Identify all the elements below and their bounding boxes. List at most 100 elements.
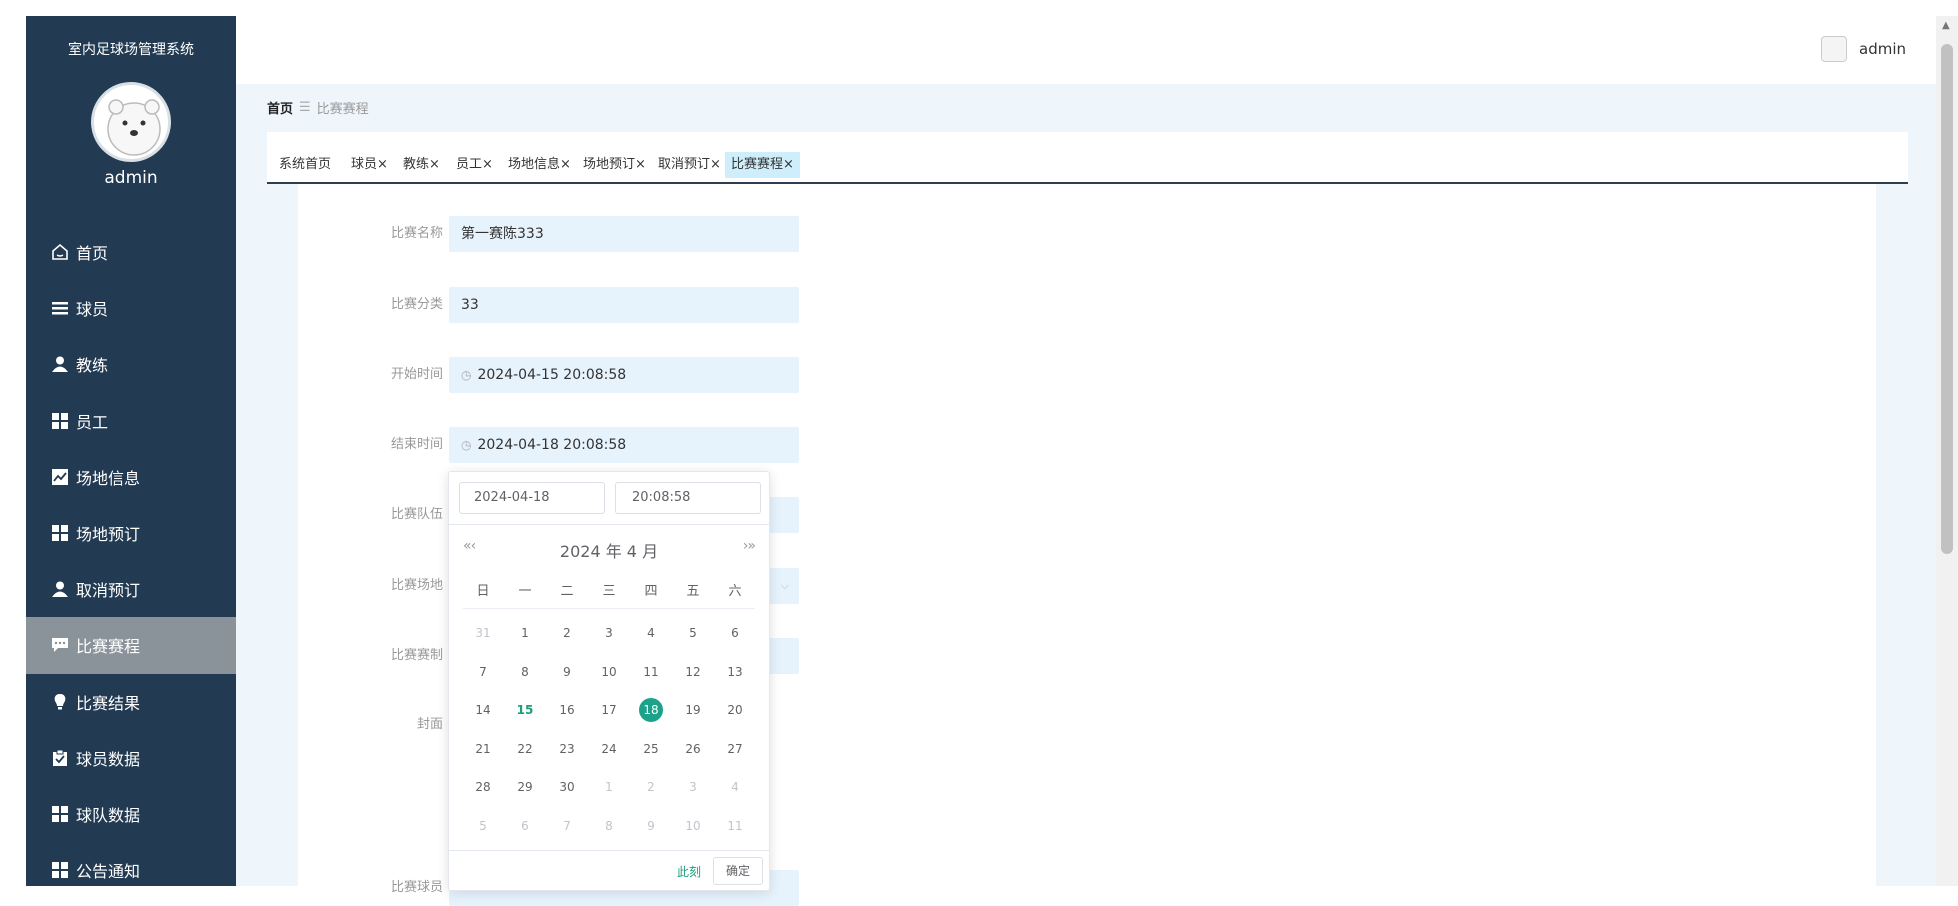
input-end-time[interactable]: ◷ 2024-04-18 20:08:58 xyxy=(449,427,799,463)
calendar-day[interactable]: 9 xyxy=(631,811,671,841)
calendar-day[interactable]: 19 xyxy=(673,695,713,725)
sidebar-item-9[interactable]: 球员数据 xyxy=(26,730,236,786)
calendar-day[interactable]: 10 xyxy=(673,811,713,841)
calendar-day[interactable]: 14 xyxy=(463,695,503,725)
calendar-day[interactable]: 4 xyxy=(631,618,671,648)
sidebar-username: admin xyxy=(104,168,158,188)
calendar-day[interactable]: 17 xyxy=(589,695,629,725)
calendar-day-label: 13 xyxy=(727,664,743,679)
sidebar-item-4[interactable]: 场地信息 xyxy=(26,449,236,505)
picker-divider xyxy=(449,524,769,525)
grid-icon xyxy=(50,523,70,543)
home-icon xyxy=(50,242,70,262)
chat-icon xyxy=(50,635,70,655)
calendar-day-label: 7 xyxy=(563,818,571,833)
calendar-day[interactable]: 21 xyxy=(463,734,503,764)
calendar-day[interactable]: 4 xyxy=(715,772,755,802)
calendar-day[interactable]: 5 xyxy=(673,618,713,648)
tab-7[interactable]: 比赛赛程× xyxy=(725,152,800,178)
tab-4[interactable]: 场地信息× xyxy=(502,152,577,178)
calendar-day[interactable]: 22 xyxy=(505,734,545,764)
tabs-bar: 系统首页 球员× 教练× 员工× 场地信息× 场地预订× 取消预订× 比赛赛程× xyxy=(267,132,1908,184)
calendar-day[interactable]: 25 xyxy=(631,734,671,764)
calendar-day-label: 19 xyxy=(685,703,701,717)
sidebar-item-6[interactable]: 取消预订 xyxy=(26,561,236,617)
picker-time-input[interactable]: 20:08:58 xyxy=(615,482,761,514)
weekday-label: 日 xyxy=(476,584,490,599)
calendar-day[interactable]: 8 xyxy=(505,657,545,687)
input-category[interactable]: 33 xyxy=(449,287,799,323)
tab-5[interactable]: 场地预订× xyxy=(577,152,652,178)
scroll-up-icon[interactable]: ▲ xyxy=(1942,20,1950,31)
calendar-day-label: 4 xyxy=(647,626,655,640)
breadcrumb-home[interactable]: 首页 xyxy=(267,98,293,117)
sidebar-item-5[interactable]: 场地预订 xyxy=(26,505,236,561)
calendar-day[interactable]: 26 xyxy=(673,734,713,764)
calendar-day[interactable]: 16 xyxy=(547,695,587,725)
calendar-day[interactable]: 31 xyxy=(463,618,503,648)
label-cover: 封面 xyxy=(416,717,443,732)
calendar-day[interactable]: 3 xyxy=(673,772,713,802)
sidebar-item-0[interactable]: 首页 xyxy=(26,224,236,280)
input-name[interactable]: 第一赛陈333 xyxy=(449,216,799,252)
calendar-day[interactable]: 10 xyxy=(589,657,629,687)
weekday-label: 一 xyxy=(518,584,532,599)
sidebar-item-7[interactable]: 比赛赛程 xyxy=(26,617,236,674)
sidebar-item-3[interactable]: 员工 xyxy=(26,393,236,449)
calendar-day[interactable]: 2 xyxy=(547,618,587,648)
sidebar-item-8[interactable]: 比赛结果 xyxy=(26,674,236,730)
tab-2[interactable]: 教练× xyxy=(397,152,446,178)
weekday-label: 六 xyxy=(728,584,742,599)
calendar-day[interactable]: 23 xyxy=(547,734,587,764)
sidebar-item-label: 场地预订 xyxy=(76,525,141,545)
form-row-start: 开始时间 ◷ 2024-04-15 20:08:58 xyxy=(298,357,1876,393)
tab-6[interactable]: 取消预订× xyxy=(652,152,727,178)
top-user-menu[interactable]: admin xyxy=(1821,36,1906,62)
end-time-value: 2024-04-18 20:08:58 xyxy=(477,437,627,453)
calendar-day-label: 16 xyxy=(559,703,575,717)
calendar-day[interactable]: 6 xyxy=(505,811,545,841)
calendar-day[interactable]: 2 xyxy=(631,772,671,802)
calendar-day[interactable]: 27 xyxy=(715,734,755,764)
calendar-day[interactable]: 11 xyxy=(631,657,671,687)
calendar-day[interactable]: 8 xyxy=(589,811,629,841)
weekday-divider xyxy=(463,608,755,609)
clipboard-icon xyxy=(50,748,70,768)
calendar-day[interactable]: 28 xyxy=(463,772,503,802)
picker-month-title[interactable]: 2024 年 4 月 xyxy=(449,538,769,562)
sidebar-item-2[interactable]: 教练 xyxy=(26,336,236,392)
calendar-day[interactable]: 5 xyxy=(463,811,503,841)
calendar-day[interactable]: 9 xyxy=(547,657,587,687)
page-scrollbar[interactable]: ▲ xyxy=(1936,16,1958,886)
scroll-thumb[interactable] xyxy=(1941,44,1953,554)
calendar-day[interactable]: 7 xyxy=(547,811,587,841)
calendar-day[interactable]: 15 xyxy=(505,695,545,725)
tab-3[interactable]: 员工× xyxy=(450,152,499,178)
calendar-day-label: 27 xyxy=(727,741,743,756)
picker-date-input[interactable]: 2024-04-18 xyxy=(459,482,605,514)
calendar-day[interactable]: 3 xyxy=(589,618,629,648)
calendar-day[interactable]: 13 xyxy=(715,657,755,687)
confirm-button[interactable]: 确定 xyxy=(712,857,763,885)
sidebar-item-10[interactable]: 球队数据 xyxy=(26,786,236,842)
calendar-day[interactable]: 1 xyxy=(505,618,545,648)
calendar-day[interactable]: 11 xyxy=(715,811,755,841)
sidebar-item-1[interactable]: 球员 xyxy=(26,280,236,336)
calendar-day[interactable]: 12 xyxy=(673,657,713,687)
calendar-day[interactable]: 6 xyxy=(715,618,755,648)
next-month-year-icon[interactable]: ›» xyxy=(743,538,756,554)
calendar-day-label: 17 xyxy=(601,703,617,717)
tab-0[interactable]: 系统首页 xyxy=(273,152,337,178)
sidebar-item-11[interactable]: 公告通知 xyxy=(26,842,236,898)
calendar-day[interactable]: 24 xyxy=(589,734,629,764)
calendar-day[interactable]: 7 xyxy=(463,657,503,687)
calendar-day[interactable]: 18 xyxy=(631,695,671,725)
calendar-day[interactable]: 1 xyxy=(589,772,629,802)
input-start-time[interactable]: ◷ 2024-04-15 20:08:58 xyxy=(449,357,799,393)
tab-1[interactable]: 球员× xyxy=(345,152,394,178)
calendar-day[interactable]: 30 xyxy=(547,772,587,802)
calendar-day[interactable]: 29 xyxy=(505,772,545,802)
now-button[interactable]: 此刻 xyxy=(677,863,701,880)
weekday-label: 四 xyxy=(644,584,658,599)
calendar-day[interactable]: 20 xyxy=(715,695,755,725)
